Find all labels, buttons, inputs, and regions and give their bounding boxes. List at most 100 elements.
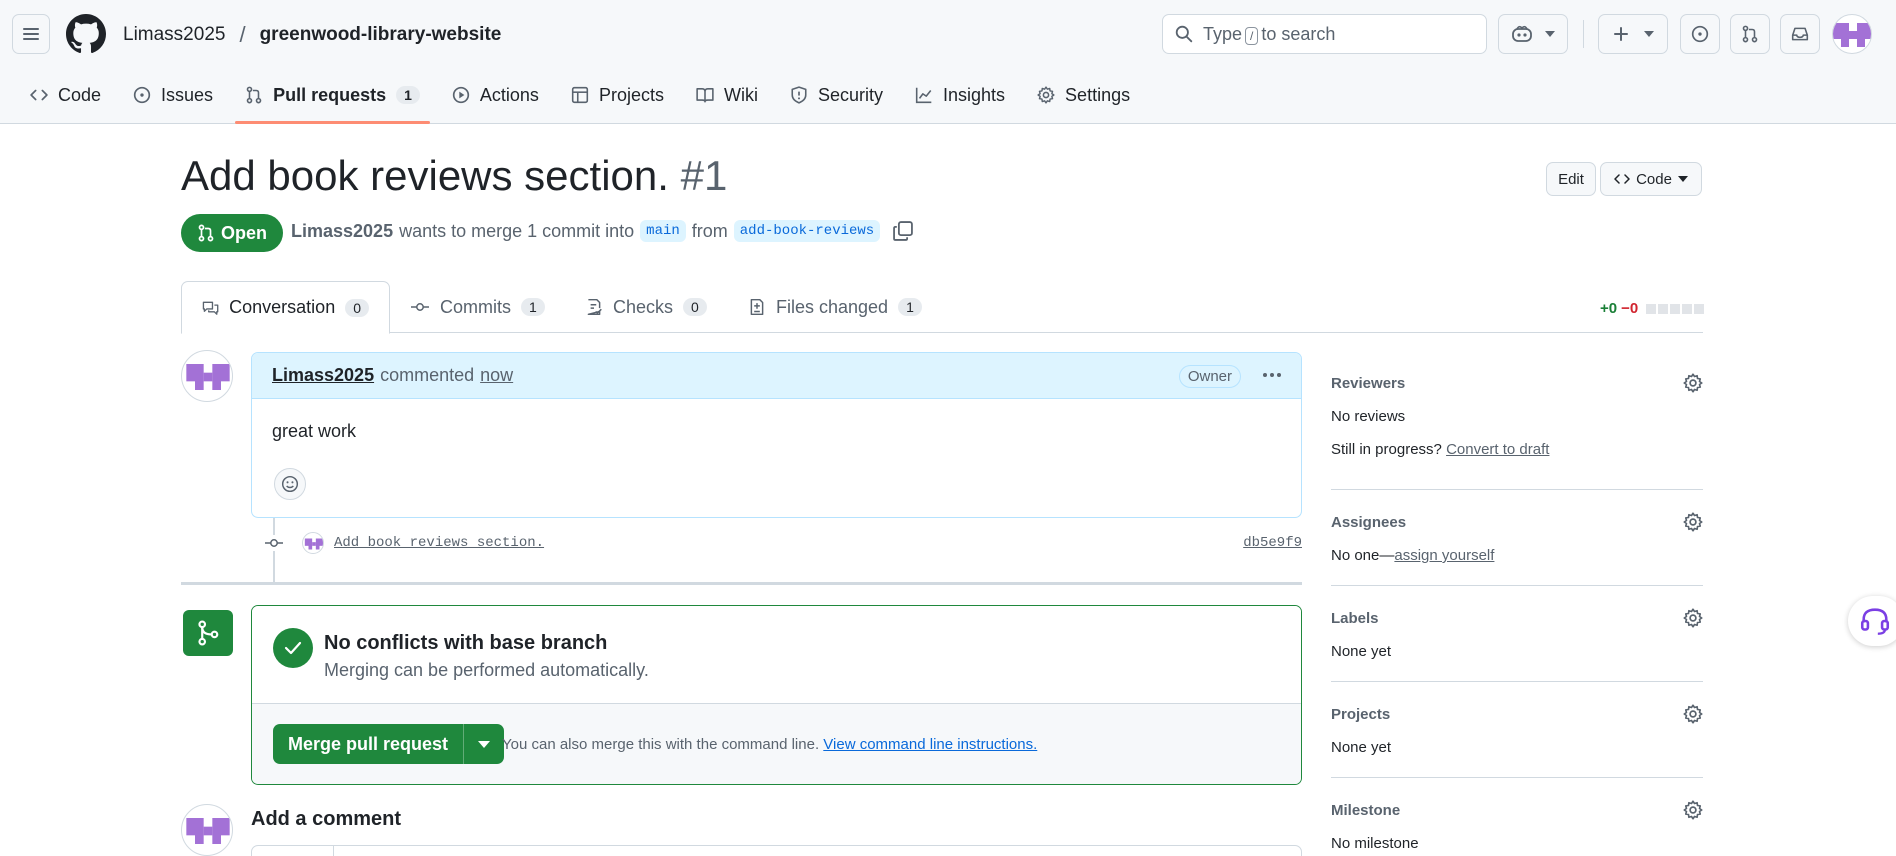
tab-security[interactable]: Security xyxy=(780,80,893,110)
tab-label: Insights xyxy=(943,84,1006,105)
user-avatar[interactable] xyxy=(1832,14,1872,54)
commit-sha-link[interactable]: db5e9f9 xyxy=(1243,535,1302,551)
header-divider xyxy=(1583,20,1584,48)
identicon-icon xyxy=(186,818,230,844)
tab-settings[interactable]: Settings xyxy=(1027,80,1140,110)
play-icon xyxy=(452,86,470,104)
code-icon xyxy=(30,89,48,101)
comment-card: Limass2025 commented now Owner great wor… xyxy=(251,352,1302,518)
sidebar-heading[interactable]: Assignees xyxy=(1331,514,1703,531)
add-comment-heading: Add a comment xyxy=(251,808,402,830)
pr-meta-from: from xyxy=(691,220,728,241)
timeline-divider xyxy=(181,582,1302,585)
pull-requests-button[interactable] xyxy=(1730,14,1770,54)
gear-icon xyxy=(1037,86,1055,104)
sidebar-heading[interactable]: Projects xyxy=(1331,706,1703,723)
sidebar-value: No reviews xyxy=(1331,408,1406,425)
add-reaction-button[interactable] xyxy=(274,468,306,500)
comment-author-link[interactable]: Limass2025 xyxy=(272,365,374,386)
pr-meta: Limass2025 wants to merge 1 commit into … xyxy=(291,220,914,242)
diffstat-block xyxy=(1682,303,1693,314)
issues-button[interactable] xyxy=(1680,14,1720,54)
tab-code[interactable]: Code xyxy=(20,80,111,110)
tab-label: Checks xyxy=(613,296,674,317)
timeline-commit: Add book reviews section. db5e9f9 xyxy=(264,530,1302,556)
tab-files-changed[interactable]: Files changed 1 xyxy=(728,281,942,333)
comment-timestamp[interactable]: now xyxy=(480,365,513,386)
commit-author-avatar[interactable] xyxy=(302,532,324,554)
convert-to-draft-link[interactable]: Convert to draft xyxy=(1446,441,1549,458)
global-header: Limass2025 / greenwood-library-website T… xyxy=(0,0,1896,124)
github-logo[interactable] xyxy=(66,14,106,54)
repo-owner-link[interactable]: Limass2025 xyxy=(123,24,225,46)
tab-insights[interactable]: Insights xyxy=(905,80,1015,110)
comment-author-avatar[interactable] xyxy=(181,350,233,402)
copilot-button[interactable] xyxy=(1498,14,1568,54)
file-diff-icon xyxy=(750,298,764,316)
tab-actions[interactable]: Actions xyxy=(442,80,549,110)
tab-label: Settings xyxy=(1065,84,1131,105)
gear-icon[interactable] xyxy=(1683,512,1703,532)
sidebar-milestone: Milestone No milestone xyxy=(1331,800,1703,852)
issue-icon xyxy=(133,86,151,104)
table-icon xyxy=(571,86,589,104)
sidebar-divider xyxy=(1331,681,1703,682)
issue-icon xyxy=(1691,25,1709,43)
inbox-button[interactable] xyxy=(1780,14,1820,54)
tab-issues[interactable]: Issues xyxy=(123,80,223,110)
commit-message-link[interactable]: Add book reviews section. xyxy=(334,535,544,551)
merge-hint: You can also merge this with the command… xyxy=(502,736,1037,753)
tab-conversation[interactable]: Conversation 0 xyxy=(181,281,390,334)
book-icon xyxy=(696,88,714,103)
gear-icon[interactable] xyxy=(1683,373,1703,393)
code-dropdown-button[interactable]: Code xyxy=(1600,162,1702,196)
search-input[interactable]: Type / to search xyxy=(1162,14,1487,54)
tab-projects[interactable]: Projects xyxy=(561,80,674,110)
diffstat-blocks xyxy=(1644,303,1705,314)
support-chat-button[interactable] xyxy=(1848,596,1896,646)
check-icon xyxy=(284,641,302,655)
sidebar-heading[interactable]: Reviewers xyxy=(1331,375,1703,392)
comment-options-button[interactable] xyxy=(1261,365,1283,385)
tab-checks[interactable]: Checks 0 xyxy=(565,281,727,333)
chevron-down-icon xyxy=(1677,176,1688,182)
comment-editor[interactable] xyxy=(251,845,1302,856)
graph-icon xyxy=(915,87,932,104)
commit-icon xyxy=(411,303,429,311)
current-user-avatar[interactable] xyxy=(181,804,233,856)
create-new-button[interactable] xyxy=(1598,14,1668,54)
command-line-instructions-link[interactable]: View command line instructions. xyxy=(823,736,1037,753)
tab-count-badge: 0 xyxy=(683,298,707,316)
pr-state-badge: Open xyxy=(181,214,284,252)
gear-icon[interactable] xyxy=(1683,608,1703,628)
pr-author-link[interactable]: Limass2025 xyxy=(291,221,393,242)
merge-hint-text: You can also merge this with the command… xyxy=(502,736,820,753)
menu-button[interactable] xyxy=(12,14,50,54)
merge-status-icon xyxy=(183,610,233,656)
shield-icon xyxy=(791,86,807,104)
repo-name-link[interactable]: greenwood-library-website xyxy=(260,24,502,46)
diffstat-block xyxy=(1670,303,1681,314)
editor-tab-write[interactable] xyxy=(252,846,334,856)
assignees-prefix: No one— xyxy=(1331,547,1395,564)
tab-label: Issues xyxy=(161,84,214,105)
edit-title-button[interactable]: Edit xyxy=(1546,162,1596,196)
head-branch[interactable]: add-book-reviews xyxy=(733,220,881,242)
copy-icon[interactable] xyxy=(892,220,914,242)
gear-icon[interactable] xyxy=(1683,704,1703,724)
sidebar-heading[interactable]: Milestone xyxy=(1331,802,1703,819)
sidebar-projects: Projects None yet xyxy=(1331,704,1703,756)
tab-wiki[interactable]: Wiki xyxy=(686,80,768,110)
tab-label: Projects xyxy=(598,84,664,105)
sidebar-heading[interactable]: Labels xyxy=(1331,610,1703,627)
base-branch[interactable]: main xyxy=(640,220,686,242)
kebab-horizontal-icon xyxy=(1263,373,1281,377)
merge-button-label: Merge pull request xyxy=(288,733,449,754)
gear-icon[interactable] xyxy=(1683,800,1703,820)
merge-pull-request-button[interactable]: Merge pull request xyxy=(273,724,465,764)
merge-method-dropdown[interactable] xyxy=(464,724,504,764)
tab-pull-requests[interactable]: Pull requests 1 xyxy=(235,80,430,124)
tab-commits[interactable]: Commits 1 xyxy=(390,281,565,333)
repo-nav: Code Issues Pull requests 1 Actions Proj… xyxy=(0,80,1152,124)
assign-yourself-link[interactable]: assign yourself xyxy=(1394,547,1494,564)
